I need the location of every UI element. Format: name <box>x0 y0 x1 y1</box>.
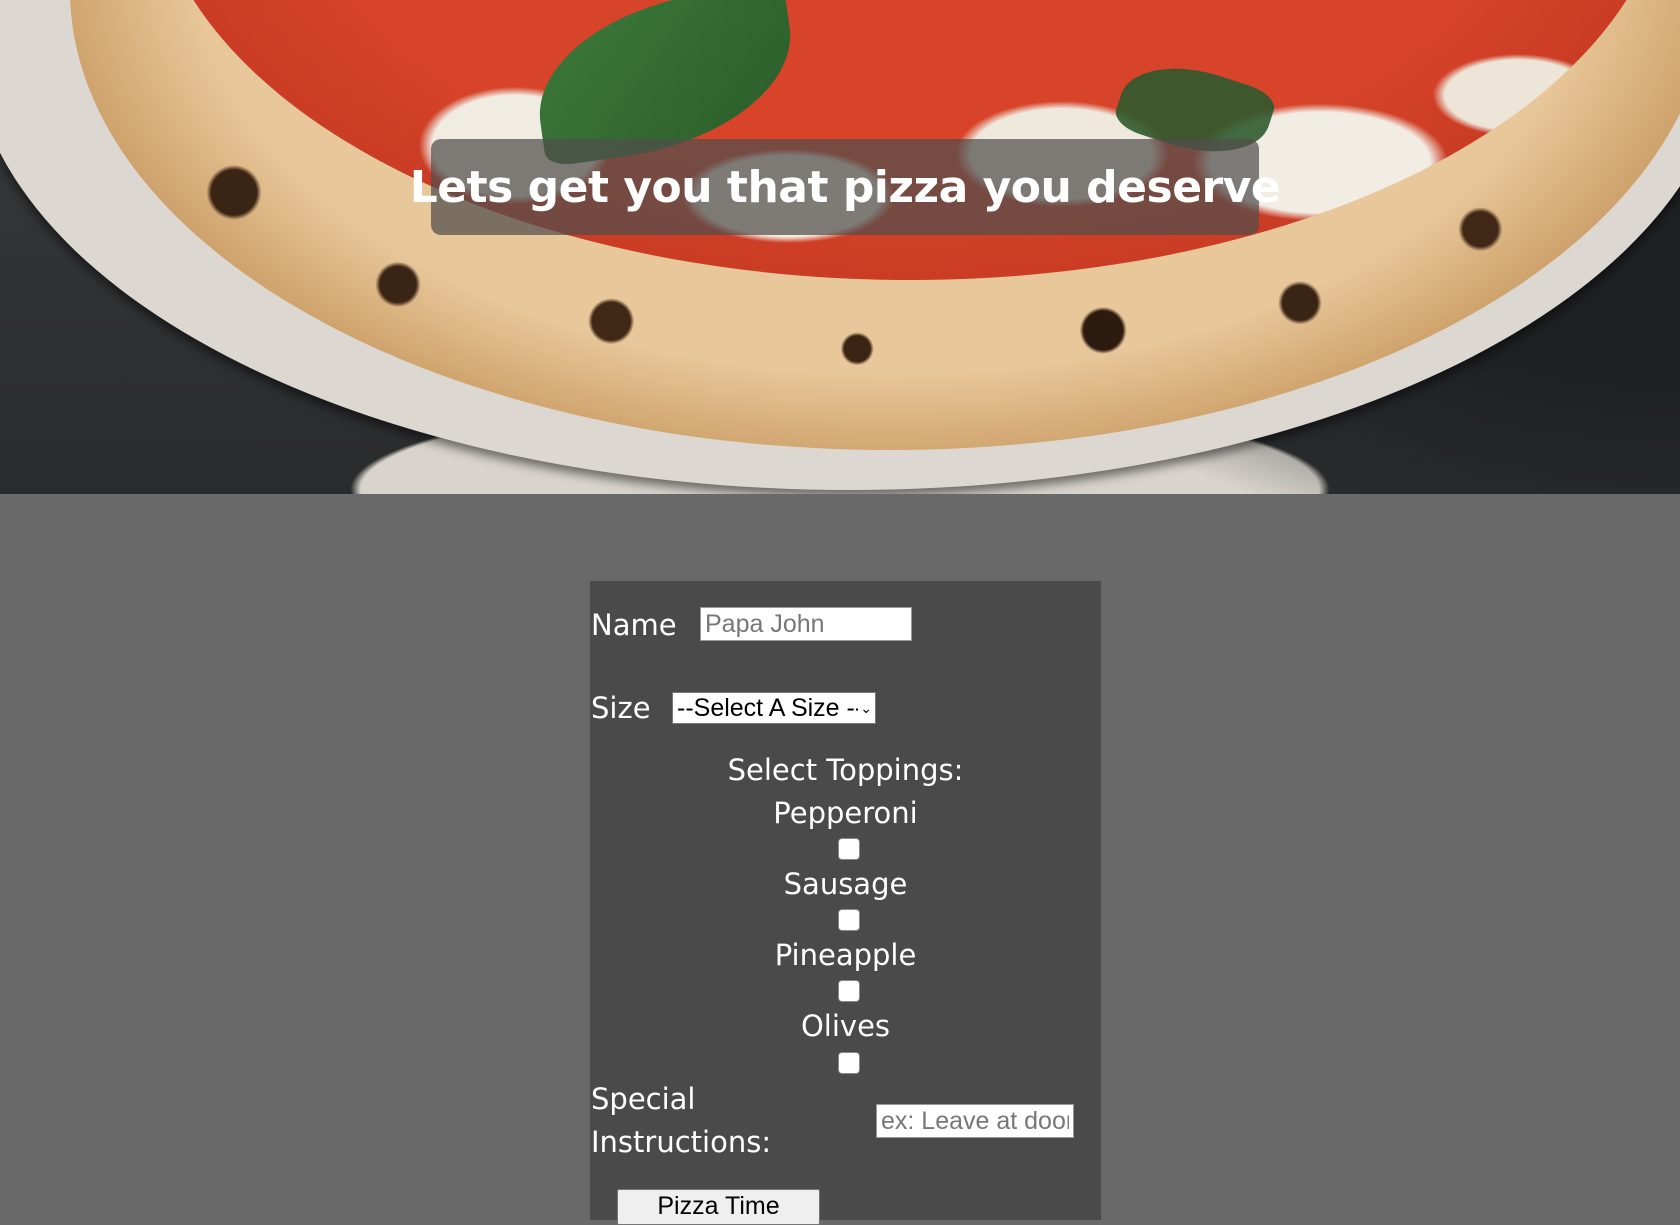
special-instructions-label-line2: Instructions: <box>591 1125 772 1159</box>
size-select[interactable]: --Select A Size -- ⌄ <box>672 692 876 724</box>
special-instructions-label-line1: Special <box>591 1082 696 1116</box>
size-label: Size <box>591 691 651 725</box>
toppings-heading: Select Toppings: <box>727 753 964 787</box>
topping-checkbox-pepperoni[interactable] <box>838 838 860 860</box>
topping-label-sausage: Sausage <box>783 867 908 901</box>
topping-checkbox-sausage[interactable] <box>838 909 860 931</box>
topping-checkbox-olives[interactable] <box>838 1052 860 1074</box>
order-form: Name Size --Select A Size -- ⌄ Select To… <box>590 581 1101 1225</box>
hero-image: Lets get you that pizza you deserve <box>0 0 1680 494</box>
page-title: Lets get you that pizza you deserve <box>409 161 1281 213</box>
chevron-down-icon: ⌄ <box>858 693 872 723</box>
name-label: Name <box>591 608 677 642</box>
topping-label-pepperoni: Pepperoni <box>773 796 918 830</box>
size-select-value: --Select A Size -- <box>677 694 864 722</box>
name-input[interactable] <box>700 607 912 641</box>
hero-banner: Lets get you that pizza you deserve <box>410 139 1281 235</box>
topping-checkbox-pineapple[interactable] <box>838 980 860 1002</box>
topping-label-pineapple: Pineapple <box>774 938 917 972</box>
topping-label-olives: Olives <box>800 1009 891 1043</box>
special-instructions-input[interactable] <box>876 1104 1074 1138</box>
